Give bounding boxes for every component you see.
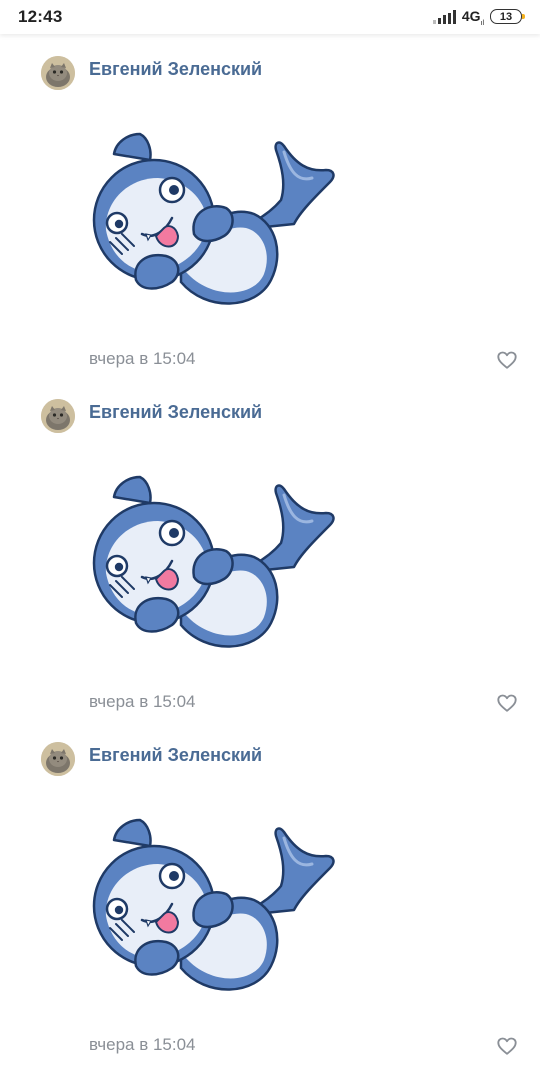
cat-avatar-icon [41,742,75,776]
status-time: 12:43 [18,7,63,26]
avatar[interactable] [41,742,75,776]
battery-level: 13 [499,10,513,23]
message-item[interactable]: Евгений Зеленский вчера в 15:04 [0,720,540,1063]
shark-sticker-icon[interactable] [86,112,336,312]
cat-avatar-icon [41,399,75,433]
signal-icon [432,9,456,24]
message-item[interactable]: Евгений Зеленский вчера в 15:04 [0,377,540,720]
author-name[interactable]: Евгений Зеленский [89,745,262,766]
avatar[interactable] [41,56,75,90]
status-bar: 12:43 4Gıl 13 [0,0,540,34]
cat-avatar-icon [41,56,75,90]
author-name[interactable]: Евгений Зеленский [89,402,262,423]
message-timestamp: вчера в 15:04 [89,1035,196,1054]
message-item[interactable]: Евгений Зеленский вчера в 15:04 [0,34,540,377]
avatar[interactable] [41,399,75,433]
status-icons: 4Gıl 13 [432,7,525,27]
message-timestamp: вчера в 15:04 [89,692,196,711]
network-type-label: 4Gıl [461,7,484,27]
heart-icon[interactable] [496,349,518,371]
battery-icon: 13 [490,9,525,25]
message-feed[interactable]: Евгений Зеленский вчера в 15:04 Евгений … [0,34,540,1063]
heart-icon[interactable] [496,1035,518,1057]
author-name[interactable]: Евгений Зеленский [89,59,262,80]
shark-sticker-icon[interactable] [86,455,336,655]
shark-sticker-icon[interactable] [86,798,336,998]
message-timestamp: вчера в 15:04 [89,349,196,368]
heart-icon[interactable] [496,692,518,714]
